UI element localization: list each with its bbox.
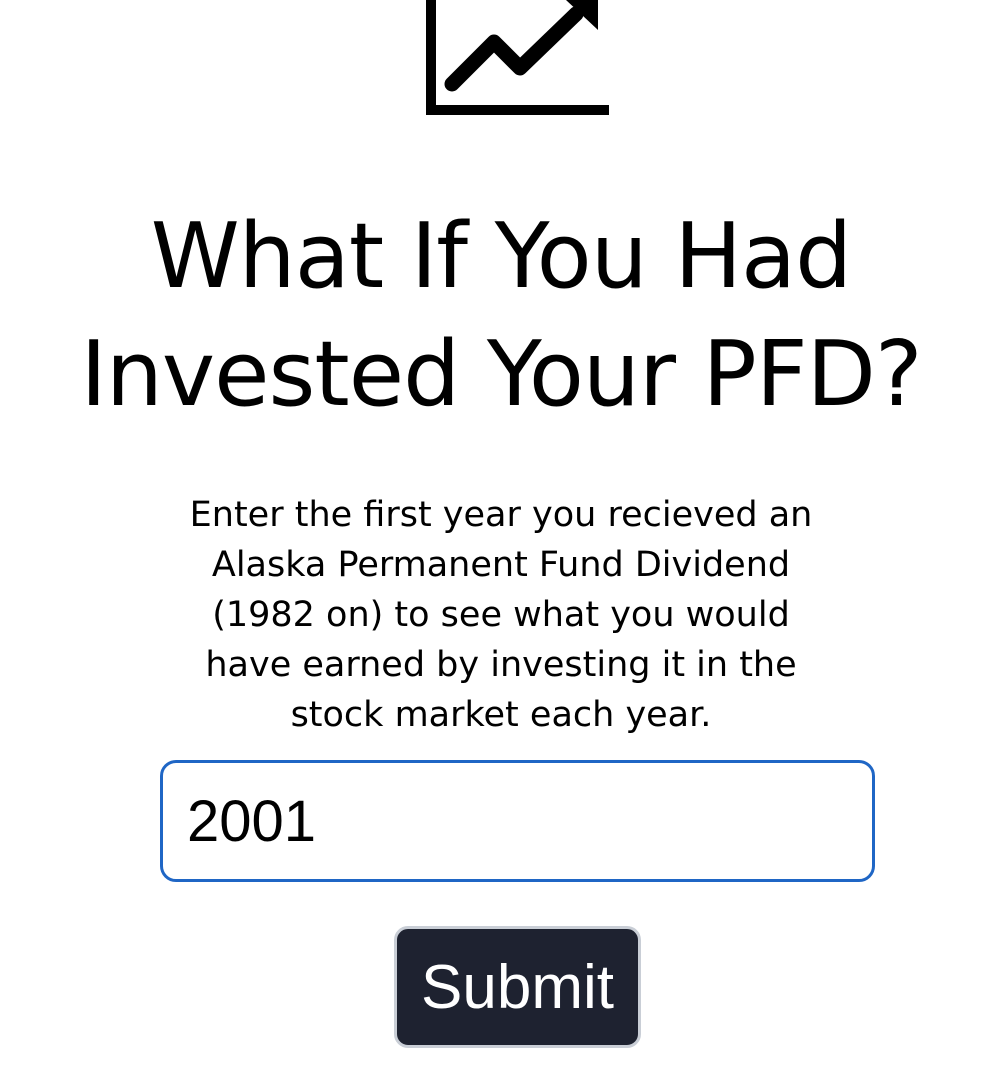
page-title-line-2: Invested Your PFD? (80, 322, 922, 427)
page-title-line-1: What If You Had (150, 204, 853, 309)
page-title: What If You Had Invested Your PFD? (0, 198, 1002, 434)
intro-line-5: stock market each year. (290, 695, 712, 735)
chart-trending-up-icon (426, 0, 609, 115)
submit-button[interactable]: Submit (394, 926, 641, 1048)
intro-line-3: (1982 on) to see what you would (212, 595, 790, 635)
intro-description: Enter the first year you recieved an Ala… (150, 490, 852, 740)
year-input[interactable] (160, 760, 875, 882)
intro-line-1: Enter the first year you recieved an (189, 495, 813, 535)
intro-line-4: have earned by investing it in the (205, 645, 797, 685)
intro-line-2: Alaska Permanent Fund Dividend (211, 545, 791, 585)
